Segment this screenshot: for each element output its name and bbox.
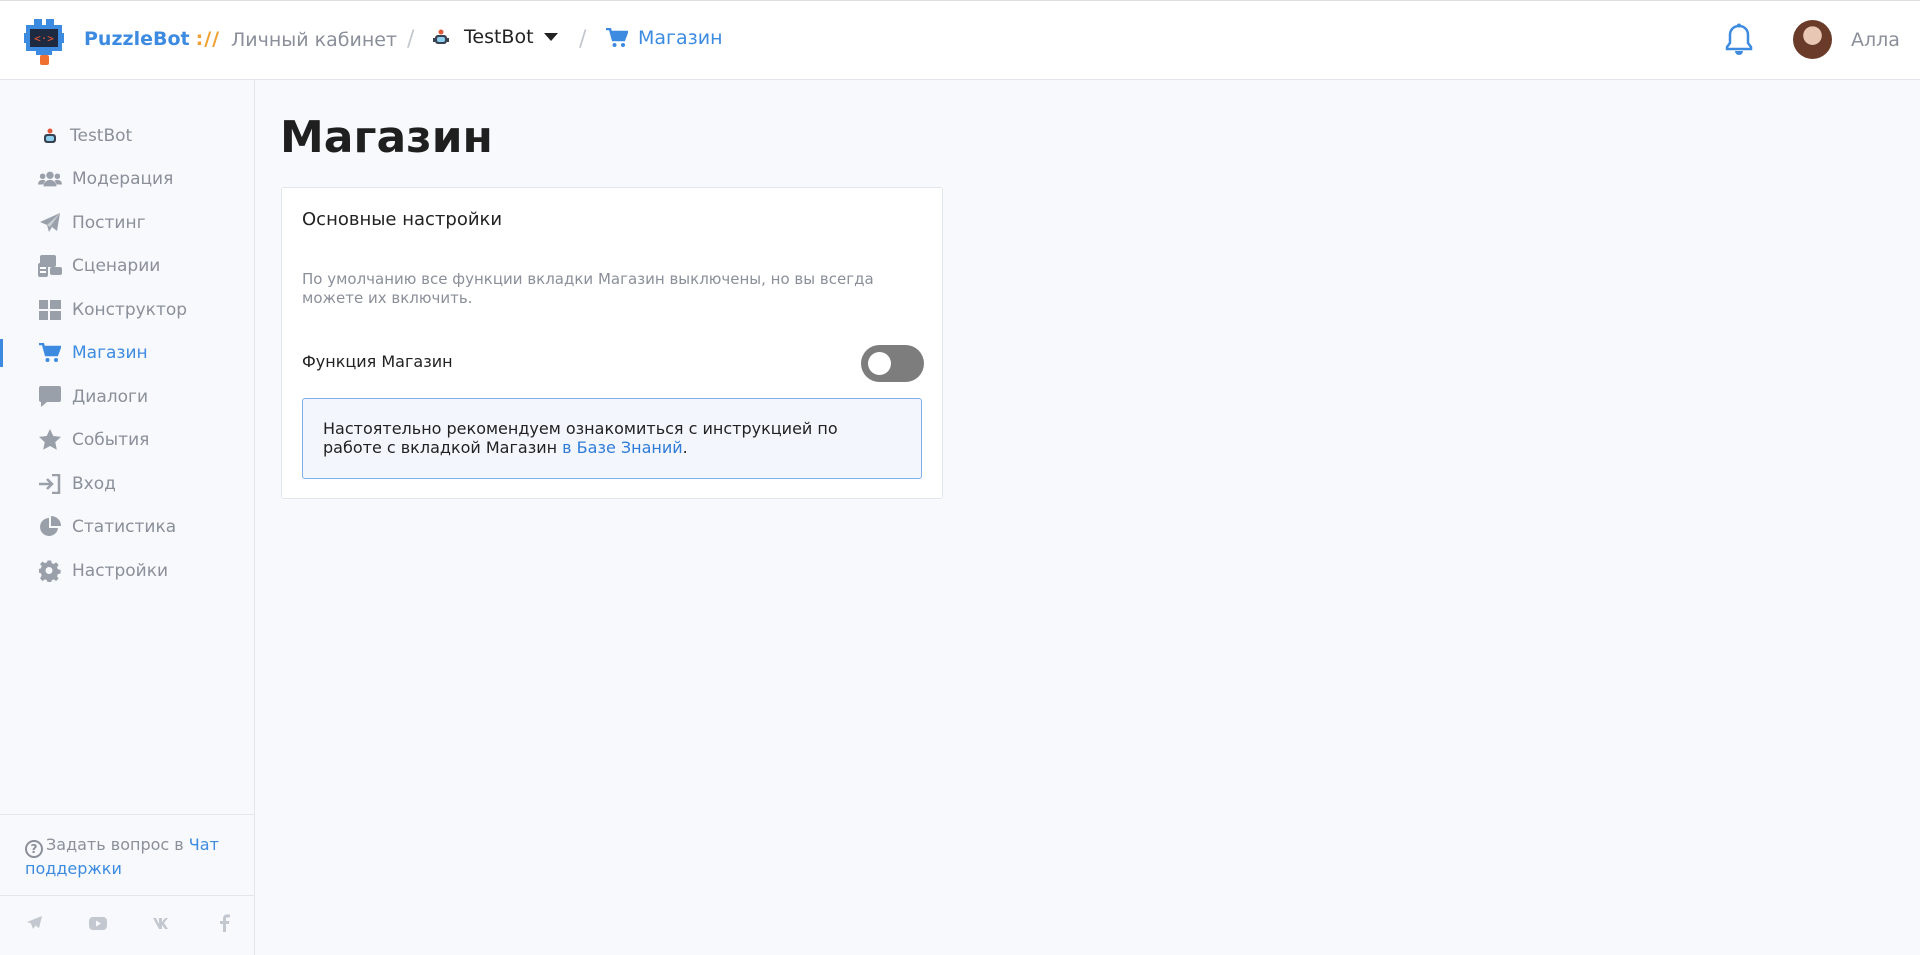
card-title: Основные настройки — [302, 209, 503, 230]
sidebar-item-label: Модерация — [72, 169, 174, 189]
facebook-icon[interactable] — [214, 914, 236, 932]
sidebar-item-label: Диалоги — [72, 387, 148, 407]
sidebar-item-login[interactable]: Вход — [0, 464, 254, 504]
gear-icon — [38, 559, 62, 583]
sidebar-item-events[interactable]: События — [0, 420, 254, 460]
pie-chart-icon — [38, 515, 62, 539]
vk-icon[interactable] — [152, 914, 174, 932]
sidebar-item-label: События — [72, 430, 150, 450]
star-icon — [38, 428, 62, 452]
sidebar-item-shop[interactable]: Магазин — [0, 333, 254, 373]
sidebar-divider — [0, 814, 254, 815]
sidebar-item-testbot[interactable]: TestBot — [0, 116, 254, 156]
chevron-down-icon — [543, 33, 558, 41]
paper-plane-icon — [38, 211, 62, 235]
sidebar-item-moderation[interactable]: Модерация — [0, 159, 254, 199]
scenario-icon — [38, 254, 62, 278]
help-block: ? Задать вопрос в Чат поддержки — [25, 834, 235, 879]
puzzlebot-logo-icon[interactable]: <·> — [24, 19, 64, 65]
chat-icon — [38, 385, 62, 409]
card-description: По умолчанию все функции вкладки Магазин… — [302, 270, 874, 307]
sidebar-item-label: Вход — [72, 474, 116, 494]
bot-icon — [38, 124, 62, 148]
notice-end: . — [682, 438, 688, 457]
user-name[interactable]: Алла — [1851, 29, 1900, 51]
help-text: Задать вопрос в — [46, 835, 184, 854]
shop-function-toggle[interactable] — [861, 345, 924, 382]
sidebar-item-label: Магазин — [72, 343, 148, 363]
bell-icon[interactable] — [1724, 23, 1754, 57]
sidebar-divider — [0, 895, 254, 896]
sidebar-item-settings[interactable]: Настройки — [0, 551, 254, 591]
users-icon — [38, 167, 62, 191]
breadcrumb-home[interactable]: Личный кабинет — [231, 29, 397, 51]
sidebar-item-scenarios[interactable]: Сценарии — [0, 246, 254, 286]
sidebar-item-label: Настройки — [72, 561, 169, 581]
avatar[interactable] — [1793, 20, 1832, 59]
breadcrumb-separator: / — [407, 27, 415, 52]
top-header: <·> PuzzleBot:// Личный кабинет / TestBo… — [0, 0, 1920, 80]
toggle-knob — [868, 352, 891, 375]
knowledge-base-link[interactable]: в Базе Знаний — [562, 438, 683, 457]
sidebar-item-posting[interactable]: Постинг — [0, 203, 254, 243]
sign-in-icon — [38, 472, 62, 496]
cart-icon — [606, 28, 628, 47]
telegram-icon[interactable] — [24, 914, 46, 932]
svg-text:<·>: <·> — [34, 32, 54, 45]
youtube-icon[interactable] — [87, 914, 109, 932]
bot-icon — [433, 29, 449, 44]
sidebar-item-dialogs[interactable]: Диалоги — [0, 377, 254, 417]
sidebar-item-constructor[interactable]: Конструктор — [0, 290, 254, 330]
page-title: Магазин — [280, 112, 493, 163]
settings-card: Основные настройки По умолчанию все функ… — [281, 187, 943, 499]
sidebar-item-statistics[interactable]: Статистика — [0, 507, 254, 547]
grid-icon — [38, 298, 62, 322]
info-notice: Настоятельно рекомендуем ознакомиться с … — [302, 398, 922, 479]
sidebar: TestBot Модерация Постинг Сценарии Конст… — [0, 80, 255, 955]
breadcrumb-bot-label: TestBot — [464, 26, 534, 48]
breadcrumb-current-label: Магазин — [638, 27, 723, 49]
sidebar-item-label: Статистика — [72, 517, 177, 537]
brand-name[interactable]: PuzzleBot:// — [84, 28, 220, 50]
brand-separator: :// — [195, 28, 221, 50]
sidebar-item-label: Сценарии — [72, 256, 161, 276]
shop-function-label: Функция Магазин — [302, 352, 453, 371]
breadcrumb-current: Магазин — [606, 27, 723, 49]
sidebar-item-label: TestBot — [70, 126, 133, 146]
sidebar-item-label: Постинг — [72, 213, 146, 233]
breadcrumb-separator: / — [579, 27, 587, 52]
sidebar-item-label: Конструктор — [72, 300, 188, 320]
question-icon: ? — [25, 840, 43, 858]
cart-icon — [38, 341, 62, 365]
breadcrumb-bot-dropdown[interactable]: TestBot — [432, 26, 558, 48]
